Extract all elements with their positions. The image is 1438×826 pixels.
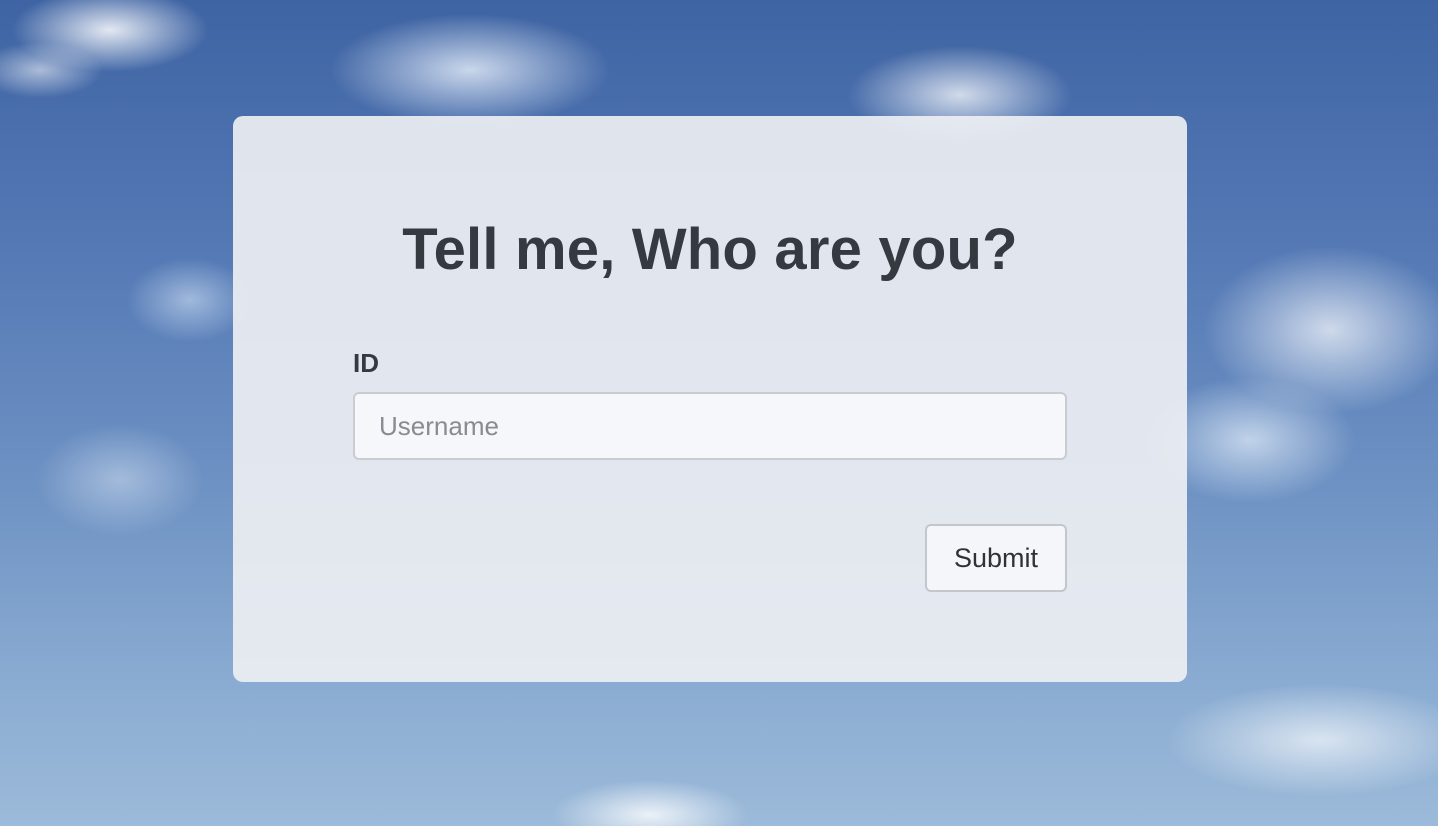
login-page: { "form": { "heading": "Tell me, Who are…	[0, 0, 1438, 826]
page-title: Tell me, Who are you?	[402, 217, 1018, 282]
id-label: ID	[353, 348, 379, 378]
submit-button[interactable]: Submit	[925, 524, 1067, 592]
username-input[interactable]	[353, 392, 1067, 460]
login-card: Tell me, Who are you? ID Submit	[233, 116, 1187, 682]
